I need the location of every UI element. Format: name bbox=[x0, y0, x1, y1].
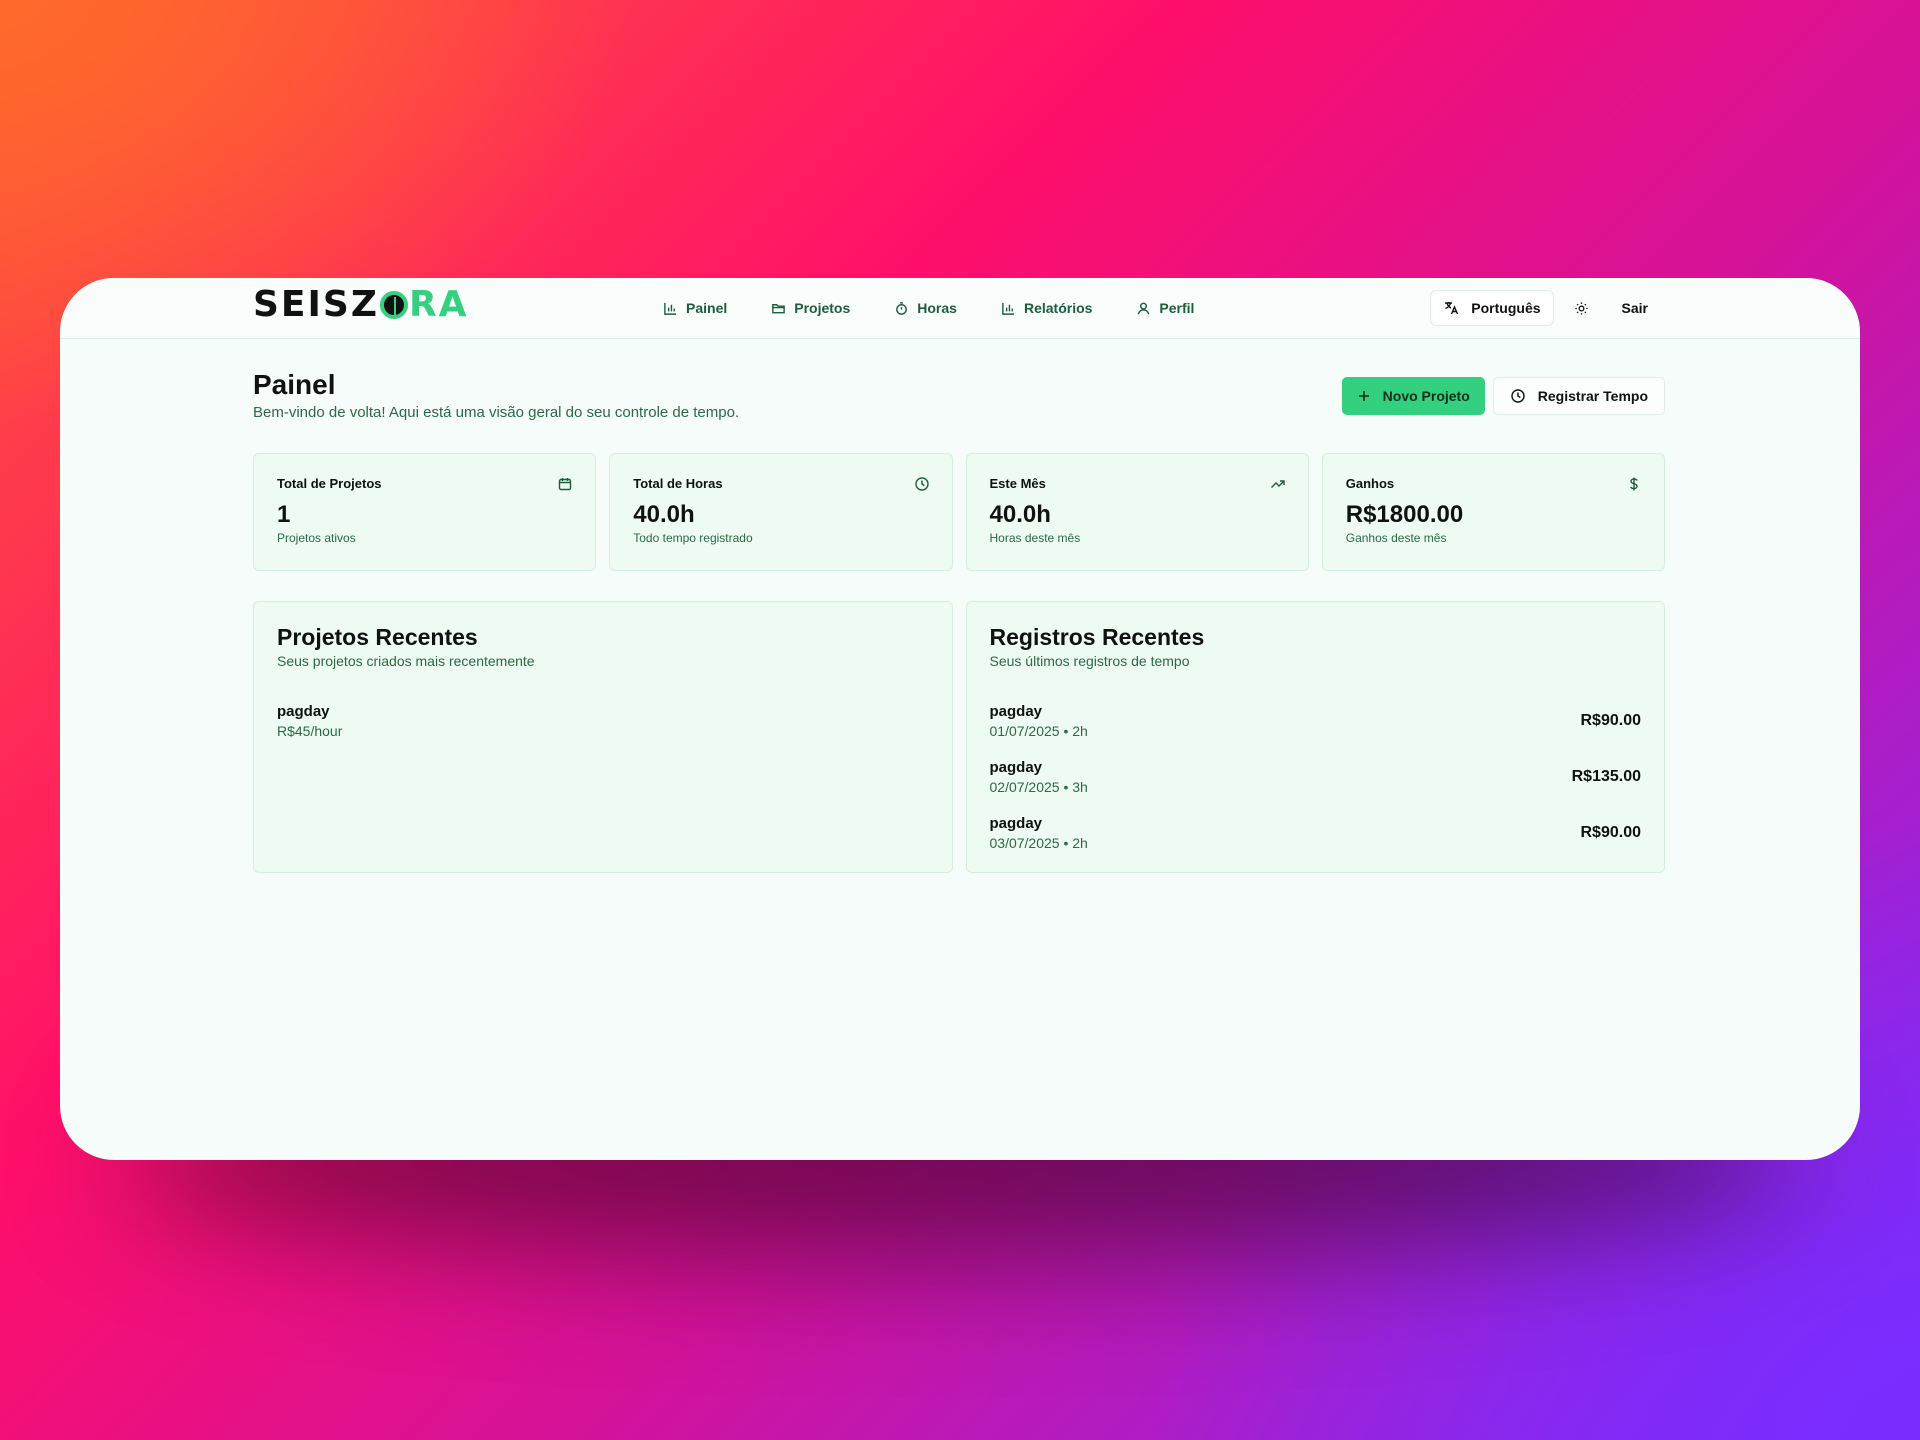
logo-text-dark: SEISZ bbox=[253, 284, 379, 325]
top-navbar: SEISZ RA Painel Projetos Horas Relatório… bbox=[60, 278, 1860, 339]
stat-label: Total de Projetos bbox=[277, 476, 382, 491]
stat-card-earnings: Ganhos R$1800.00 Ganhos deste mês bbox=[1321, 453, 1665, 571]
log-time-button[interactable]: Registrar Tempo bbox=[1492, 377, 1665, 415]
log-time-label: Registrar Tempo bbox=[1537, 388, 1648, 404]
logo-clock-icon bbox=[379, 290, 408, 319]
nav-label: Relatórios bbox=[1023, 300, 1093, 316]
entry-name: pagday bbox=[989, 759, 1043, 776]
stat-desc: Ganhos deste mês bbox=[1345, 531, 1447, 545]
dashboard-content: Painel Bem-vindo de volta! Aqui está uma… bbox=[253, 368, 1665, 873]
recent-projects-list: pagday R$45/hour bbox=[277, 693, 929, 749]
panels-row: Projetos Recentes Seus projetos criados … bbox=[253, 601, 1665, 873]
recent-projects-panel: Projetos Recentes Seus projetos criados … bbox=[253, 601, 953, 873]
list-item[interactable]: pagday 02/07/2025 • 3h R$135.00 bbox=[990, 749, 1642, 805]
recent-entries-panel: Registros Recentes Seus últimos registro… bbox=[965, 601, 1665, 873]
project-rate: R$45/hour bbox=[277, 723, 343, 739]
bar-chart-icon bbox=[664, 302, 677, 315]
stats-row: Total de Projetos 1 Projetos ativos Tota… bbox=[253, 453, 1665, 571]
stat-card-hours: Total de Horas 40.0h Todo tempo registra… bbox=[609, 453, 953, 571]
stat-desc: Horas deste mês bbox=[989, 531, 1081, 545]
stat-card-projects: Total de Projetos 1 Projetos ativos bbox=[253, 453, 597, 571]
nav-item-horas[interactable]: Horas bbox=[894, 300, 957, 316]
folder-icon bbox=[772, 303, 786, 313]
translate-icon bbox=[1445, 302, 1459, 315]
nav-label: Horas bbox=[917, 300, 957, 316]
stat-desc: Todo tempo registrado bbox=[633, 531, 753, 545]
panel-subtitle: Seus projetos criados mais recentemente bbox=[277, 653, 535, 669]
list-item[interactable]: pagday 01/07/2025 • 2h R$90.00 bbox=[990, 693, 1642, 749]
calendar-icon bbox=[559, 478, 572, 491]
trending-up-icon bbox=[1270, 480, 1285, 488]
language-selector[interactable]: Português bbox=[1430, 290, 1554, 326]
stat-desc: Projetos ativos bbox=[277, 531, 356, 545]
app-logo[interactable]: SEISZ RA bbox=[253, 284, 469, 325]
sun-icon bbox=[1575, 301, 1588, 315]
user-icon bbox=[1138, 302, 1150, 314]
entry-meta: 02/07/2025 • 3h bbox=[989, 779, 1088, 795]
new-project-button[interactable]: Novo Projeto bbox=[1341, 377, 1485, 415]
stat-label: Ganhos bbox=[1345, 476, 1395, 491]
clock-icon bbox=[1511, 389, 1525, 403]
nav-label: Painel bbox=[686, 300, 728, 316]
app-window: SEISZ RA Painel Projetos Horas Relatório… bbox=[60, 278, 1860, 1160]
list-item[interactable]: pagday R$45/hour bbox=[277, 693, 929, 749]
bar-chart-icon bbox=[1002, 302, 1015, 315]
language-label: Português bbox=[1471, 300, 1541, 316]
list-item[interactable]: pagday 03/07/2025 • 2h R$90.00 bbox=[990, 805, 1642, 861]
nav-item-relatorios[interactable]: Relatórios bbox=[1001, 300, 1092, 316]
stat-label: Este Mês bbox=[989, 476, 1046, 491]
stat-label: Total de Horas bbox=[633, 476, 723, 491]
new-project-label: Novo Projeto bbox=[1382, 388, 1470, 404]
entry-amount: R$90.00 bbox=[1580, 824, 1642, 841]
project-name: pagday bbox=[277, 703, 330, 720]
recent-entries-list: pagday 01/07/2025 • 2h R$90.00 pagday 02… bbox=[990, 693, 1642, 861]
entry-amount: R$90.00 bbox=[1580, 712, 1642, 729]
nav-item-projetos[interactable]: Projetos bbox=[771, 300, 850, 316]
stat-value: 40.0h bbox=[633, 501, 695, 528]
nav-item-painel[interactable]: Painel bbox=[663, 300, 727, 316]
panel-title: Registros Recentes bbox=[989, 624, 1205, 650]
main-nav: Painel Projetos Horas Relatórios Perfil bbox=[663, 278, 1194, 338]
theme-toggle-button[interactable] bbox=[1564, 291, 1600, 325]
dollar-icon bbox=[1630, 477, 1638, 491]
nav-item-perfil[interactable]: Perfil bbox=[1136, 300, 1194, 316]
plus-icon bbox=[1358, 391, 1369, 401]
logo-text-green: RA bbox=[408, 284, 469, 325]
stat-value: 40.0h bbox=[989, 501, 1051, 528]
panel-subtitle: Seus últimos registros de tempo bbox=[989, 653, 1190, 669]
clock-icon bbox=[914, 477, 929, 491]
logout-button[interactable]: Sair bbox=[1610, 300, 1660, 316]
entry-meta: 03/07/2025 • 2h bbox=[989, 835, 1088, 851]
entry-meta: 01/07/2025 • 2h bbox=[989, 723, 1088, 739]
entry-name: pagday bbox=[989, 703, 1043, 720]
header-actions: Novo Projeto Registrar Tempo bbox=[1341, 377, 1665, 415]
panel-title: Projetos Recentes bbox=[277, 624, 478, 650]
stopwatch-icon bbox=[896, 301, 908, 315]
stat-value: R$1800.00 bbox=[1345, 501, 1464, 528]
nav-label: Projetos bbox=[794, 300, 851, 316]
stat-value: 1 bbox=[277, 501, 291, 528]
navbar-actions: Português Sair bbox=[1430, 278, 1660, 338]
nav-label: Perfil bbox=[1159, 300, 1195, 316]
entry-amount: R$135.00 bbox=[1571, 768, 1641, 785]
stat-card-month: Este Mês 40.0h Horas deste mês bbox=[965, 453, 1309, 571]
entry-name: pagday bbox=[989, 815, 1043, 832]
